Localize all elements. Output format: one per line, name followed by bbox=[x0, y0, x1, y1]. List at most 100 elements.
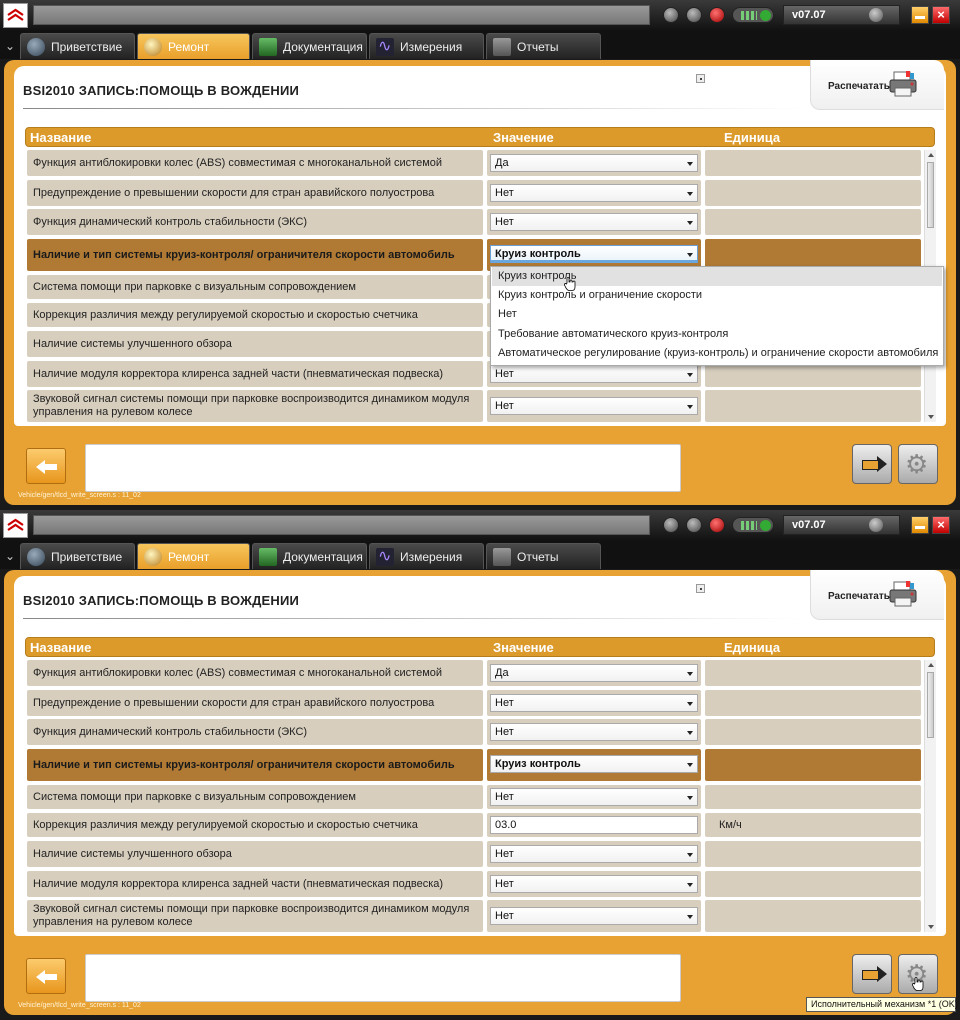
back-button[interactable] bbox=[26, 958, 66, 994]
column-name: Название bbox=[30, 640, 92, 655]
value-select[interactable]: Нет bbox=[490, 694, 698, 712]
print-button[interactable]: Распечатать bbox=[810, 60, 944, 110]
dropdown-option[interactable]: Круиз контроль bbox=[492, 267, 942, 286]
value-select[interactable]: Нет bbox=[490, 907, 698, 925]
user-icon[interactable] bbox=[686, 517, 702, 533]
row-name: Предупреждение о превышении скорости для… bbox=[27, 180, 483, 206]
tab-documentation[interactable]: Документация bbox=[252, 33, 367, 59]
screen-dropdown-open: v07.07 × ⌄ Приветствие Ремонт Документац… bbox=[0, 0, 960, 510]
screen-path: Vehicle/gen/tlcd_write_screen.s : 11_02 bbox=[18, 492, 141, 499]
table-row[interactable]: Наличие модуля корректора клиренса задне… bbox=[25, 871, 921, 897]
tab-label: Ремонт bbox=[168, 40, 210, 54]
unit-cell bbox=[705, 871, 921, 897]
value-select[interactable]: Нет bbox=[490, 845, 698, 863]
restore-icon[interactable] bbox=[696, 74, 705, 83]
tab-reports[interactable]: Отчеты bbox=[486, 543, 601, 569]
scroll-down-icon[interactable] bbox=[928, 415, 934, 419]
tab-bar: ⌄ Приветствие Ремонт Документация Измере… bbox=[0, 541, 960, 569]
table-row[interactable]: Функция антиблокировки колес (ABS) совме… bbox=[25, 150, 921, 176]
table-row[interactable]: Функция антиблокировки колес (ABS) совме… bbox=[25, 660, 921, 686]
dropdown-option[interactable]: Нет bbox=[492, 305, 942, 324]
tab-label: Измерения bbox=[400, 40, 463, 54]
actuator-button[interactable]: ⚙ bbox=[898, 444, 938, 484]
scrollbar[interactable] bbox=[924, 660, 936, 932]
chevron-down-icon bbox=[687, 763, 693, 767]
tab-measurements[interactable]: Измерения bbox=[369, 543, 484, 569]
back-button[interactable] bbox=[26, 448, 66, 484]
value-select[interactable]: Нет bbox=[490, 723, 698, 741]
close-button[interactable]: × bbox=[932, 6, 950, 24]
value-dropdown-list[interactable]: Круиз контроль Круиз контроль и ограниче… bbox=[490, 266, 944, 366]
title-bar: v07.07 × bbox=[0, 510, 960, 541]
chevron-down-icon bbox=[687, 853, 693, 857]
chevron-down-icon bbox=[687, 883, 693, 887]
row-name: Наличие системы улучшенного обзора bbox=[27, 331, 483, 357]
table-row[interactable]: Коррекция различия между регулируемой ск… bbox=[25, 813, 921, 837]
next-button[interactable] bbox=[852, 444, 892, 484]
value-select[interactable]: Нет bbox=[490, 397, 698, 415]
record-icon[interactable] bbox=[709, 517, 725, 533]
battery-icon bbox=[732, 517, 774, 533]
restore-icon[interactable] bbox=[696, 584, 705, 593]
tab-repair[interactable]: Ремонт bbox=[137, 543, 250, 569]
minimize-button[interactable] bbox=[911, 6, 929, 24]
value-select[interactable]: Нет bbox=[490, 875, 698, 893]
power-icon[interactable] bbox=[663, 7, 679, 23]
table-row[interactable]: Звуковой сигнал системы помощи при парко… bbox=[25, 900, 921, 932]
tab-measurements[interactable]: Измерения bbox=[369, 33, 484, 59]
minimize-button[interactable] bbox=[911, 516, 929, 534]
table-row[interactable]: Звуковой сигнал системы помощи при парко… bbox=[25, 390, 921, 422]
unit-cell bbox=[705, 690, 921, 716]
tab-documentation[interactable]: Документация bbox=[252, 543, 367, 569]
tab-reports[interactable]: Отчеты bbox=[486, 33, 601, 59]
table-row[interactable]: Функция динамический контроль стабильнос… bbox=[25, 719, 921, 745]
value-select[interactable]: Да bbox=[490, 664, 698, 682]
clock-icon bbox=[869, 8, 883, 22]
close-button[interactable]: × bbox=[932, 516, 950, 534]
value-cell: Нет bbox=[487, 871, 701, 897]
column-value: Значение bbox=[493, 130, 554, 145]
column-unit: Единица bbox=[724, 130, 781, 145]
tab-welcome[interactable]: Приветствие bbox=[20, 33, 135, 59]
value-select[interactable]: Нет bbox=[490, 365, 698, 383]
value-select[interactable]: Нет bbox=[490, 788, 698, 806]
power-icon[interactable] bbox=[663, 517, 679, 533]
battery-icon bbox=[732, 7, 774, 23]
value-select[interactable]: Нет bbox=[490, 184, 698, 202]
unit-cell bbox=[705, 900, 921, 932]
tab-repair[interactable]: Ремонт bbox=[137, 33, 250, 59]
tab-label: Документация bbox=[283, 40, 363, 54]
chevron-down-icon[interactable]: ⌄ bbox=[2, 545, 18, 567]
print-button[interactable]: Распечатать bbox=[810, 570, 944, 620]
value-select[interactable]: Да bbox=[490, 154, 698, 172]
dropdown-option[interactable]: Автоматическое регулирование (круиз-конт… bbox=[492, 344, 942, 363]
dropdown-option[interactable]: Требование автоматического круиз-контрол… bbox=[492, 325, 942, 344]
waveform-icon bbox=[376, 546, 394, 566]
table-row-selected[interactable]: Наличие и тип системы круиз-контроля/ ог… bbox=[25, 749, 921, 781]
value-select[interactable]: Круиз контроль bbox=[490, 755, 698, 773]
tab-label: Приветствие bbox=[51, 40, 123, 54]
scroll-thumb[interactable] bbox=[927, 162, 934, 228]
table-row[interactable]: Предупреждение о превышении скорости для… bbox=[25, 690, 921, 716]
scroll-up-icon[interactable] bbox=[928, 153, 934, 157]
table-row[interactable]: Функция динамический контроль стабильнос… bbox=[25, 209, 921, 235]
dropdown-option[interactable]: Круиз контроль и ограничение скорости bbox=[492, 286, 942, 305]
brand-logo-icon bbox=[3, 3, 28, 28]
next-button[interactable] bbox=[852, 954, 892, 994]
table-row[interactable]: Наличие системы улучшенного обзора Нет bbox=[25, 841, 921, 867]
value-select-open[interactable]: Круиз контроль bbox=[490, 245, 698, 263]
user-icon[interactable] bbox=[686, 7, 702, 23]
speed-correction-input[interactable]: 03.0 bbox=[490, 816, 698, 834]
chevron-down-icon[interactable]: ⌄ bbox=[2, 35, 18, 57]
tab-welcome[interactable]: Приветствие bbox=[20, 543, 135, 569]
scroll-up-icon[interactable] bbox=[928, 663, 934, 667]
divider bbox=[23, 618, 803, 619]
scroll-thumb[interactable] bbox=[927, 672, 934, 738]
value-select[interactable]: Нет bbox=[490, 213, 698, 231]
message-area bbox=[85, 444, 681, 492]
scroll-down-icon[interactable] bbox=[928, 925, 934, 929]
table-row[interactable]: Система помощи при парковке с визуальным… bbox=[25, 785, 921, 809]
record-icon[interactable] bbox=[709, 7, 725, 23]
chevron-down-icon bbox=[687, 915, 693, 919]
table-row[interactable]: Предупреждение о превышении скорости для… bbox=[25, 180, 921, 206]
